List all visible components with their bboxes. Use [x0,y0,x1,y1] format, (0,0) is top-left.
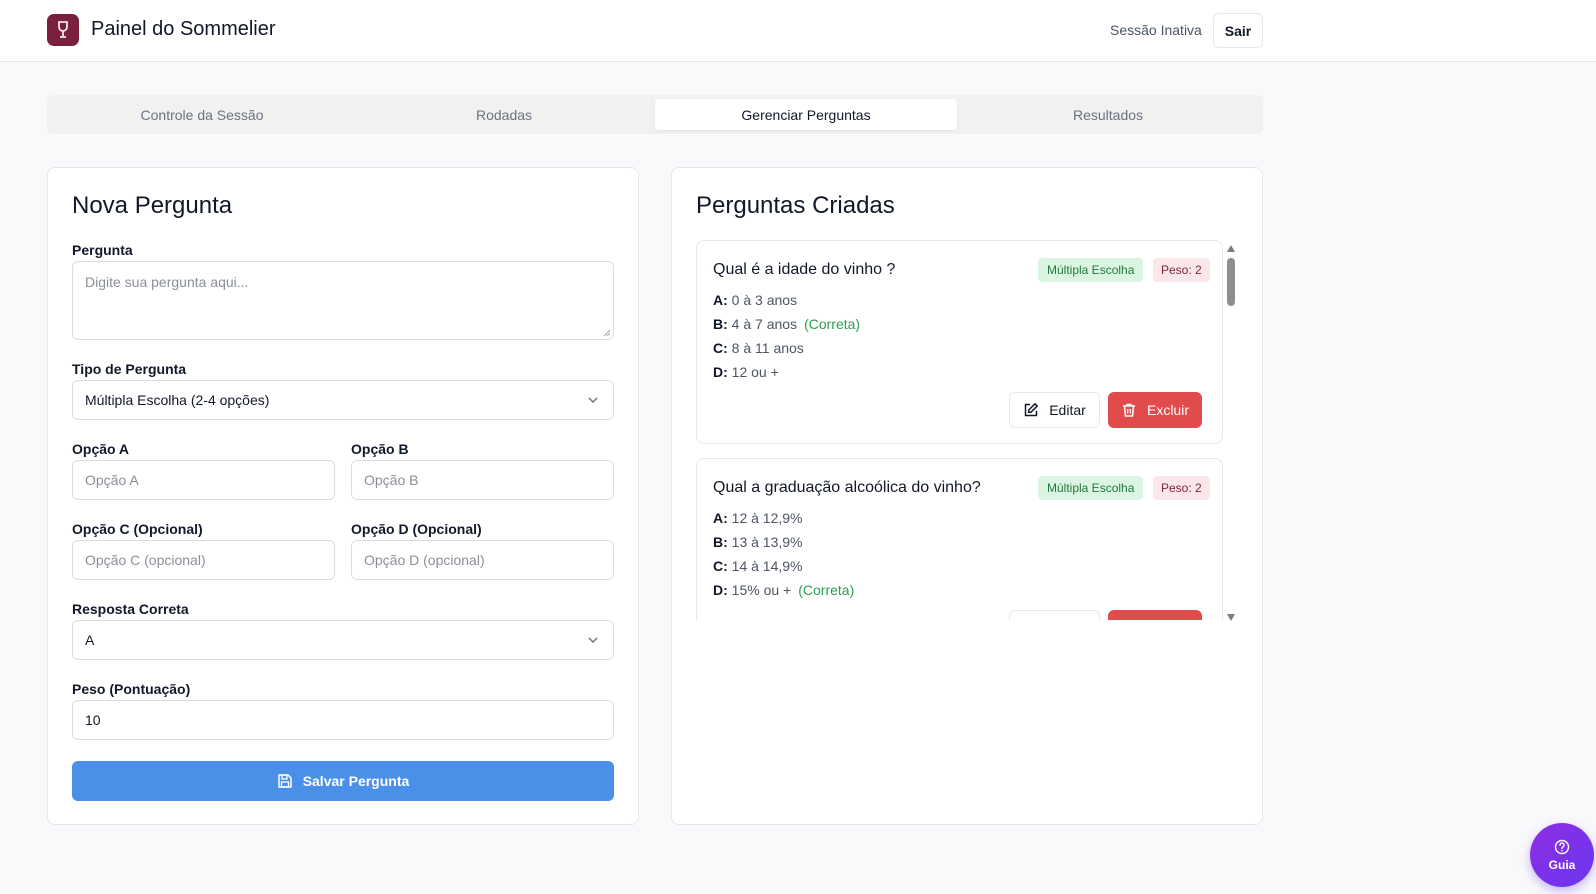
option-row: A: 0 à 3 anos [713,292,798,308]
option-c-input[interactable]: Opção C (opcional) [72,540,335,580]
option-row: C: 14 à 14,9% [713,558,803,574]
option-row: B: 4 à 7 anos (Correta) [713,316,861,332]
chevron-down-icon [588,397,598,404]
option-row: D: 15% ou + (Correta) [713,582,855,598]
trash-icon [1122,403,1135,417]
correct-answer-select[interactable]: A [72,620,614,660]
resize-grip-icon[interactable] [603,329,611,337]
save-question-label: Salvar Pergunta [302,773,410,789]
tab-manage-questions[interactable]: Gerenciar Perguntas [655,99,957,130]
correct-answer-value: A [85,632,95,648]
tab-results[interactable]: Resultados [957,99,1259,130]
floppy-disk-icon [277,774,292,788]
option-b-placeholder: Opção B [364,472,419,488]
option-b-label: Opção B [351,441,409,457]
scroll-up-arrow-icon[interactable] [1227,245,1235,252]
new-question-card: Nova Pergunta Pergunta Digite sua pergun… [47,167,639,825]
option-row: B: 13 à 13,9% [713,534,803,550]
option-c-label: Opção C (Opcional) [72,521,203,537]
edit-button[interactable]: Editar [1009,610,1100,620]
created-questions-title: Perguntas Criadas [696,192,895,219]
guide-label: Guia [1548,857,1576,872]
questions-list[interactable]: Qual é a idade do vinho ? Múltipla Escol… [696,240,1236,620]
session-status: Sessão Inativa [1110,22,1202,38]
question-weight-badge: Peso: 2 [1153,258,1210,282]
app-title: Painel do Sommelier [91,18,276,40]
guide-button[interactable]: Guia [1530,823,1594,887]
option-row: C: 8 à 11 anos [713,340,804,356]
weight-value: 10 [85,712,101,728]
wine-glass-icon [47,14,79,46]
new-question-title: Nova Pergunta [72,192,233,219]
option-a-label: Opção A [72,441,130,457]
delete-button[interactable]: Excluir [1108,610,1202,620]
question-type-badge: Múltipla Escolha [1038,476,1144,500]
option-row: D: 12 ou + [713,364,779,380]
scroll-down-arrow-icon[interactable] [1227,614,1235,621]
scrollbar-thumb[interactable] [1227,258,1235,306]
question-label: Pergunta [72,242,133,258]
question-title: Qual a graduação alcoólica do vinho? [713,479,981,496]
correct-tag: (Correta) [798,582,855,598]
tab-bar: Controle da Sessão Rodadas Gerenciar Per… [47,95,1263,134]
question-type-badge: Múltipla Escolha [1038,258,1144,282]
option-c-placeholder: Opção C (opcional) [85,552,206,568]
option-b-input[interactable]: Opção B [351,460,614,500]
question-card: Qual a graduação alcoólica do vinho? Múl… [696,458,1223,620]
top-header: Painel do Sommelier Sessão Inativa Sair [0,0,1596,62]
tab-rounds[interactable]: Rodadas [353,99,655,130]
option-a-placeholder: Opção A [85,472,139,488]
weight-label: Peso (Pontuação) [72,681,191,697]
correct-tag: (Correta) [804,316,861,332]
question-type-value: Múltipla Escolha (2-4 opções) [85,392,270,408]
weight-input[interactable]: 10 [72,700,614,740]
question-textarea[interactable]: Digite sua pergunta aqui... [72,261,614,340]
option-row: A: 12 à 12,9% [713,510,803,526]
tab-session-control[interactable]: Controle da Sessão [51,99,353,130]
delete-button[interactable]: Excluir [1108,392,1202,428]
save-question-button[interactable]: Salvar Pergunta [72,761,614,801]
option-a-input[interactable]: Opção A [72,460,335,500]
option-d-placeholder: Opção D (opcional) [364,552,485,568]
created-questions-card: Perguntas Criadas Qual é a idade do vinh… [671,167,1263,825]
edit-button[interactable]: Editar [1009,392,1100,428]
question-weight-badge: Peso: 2 [1153,476,1210,500]
questions-scrollbar[interactable] [1225,243,1237,623]
edit-icon [1024,403,1039,417]
question-placeholder: Digite sua pergunta aqui... [85,274,249,290]
chevron-down-icon [588,637,598,644]
question-type-select[interactable]: Múltipla Escolha (2-4 opções) [72,380,614,420]
option-d-label: Opção D (Opcional) [351,521,482,537]
question-title: Qual é a idade do vinho ? [713,261,896,278]
type-label: Tipo de Pergunta [72,361,187,377]
question-card: Qual é a idade do vinho ? Múltipla Escol… [696,240,1223,444]
correct-answer-label: Resposta Correta [72,601,189,617]
option-d-input[interactable]: Opção D (opcional) [351,540,614,580]
logout-button[interactable]: Sair [1213,13,1263,48]
help-circle-icon [1554,839,1570,854]
